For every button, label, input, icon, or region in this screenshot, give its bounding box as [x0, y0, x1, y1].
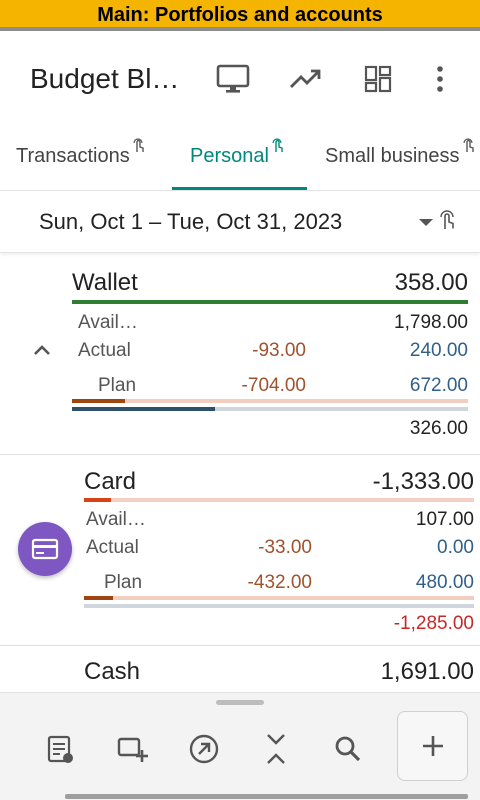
active-tab-indicator	[172, 187, 307, 190]
account-name: Wallet	[72, 269, 138, 296]
account-footer-value: 326.00	[409, 418, 468, 439]
plan-expense-value: -704.00	[241, 375, 306, 396]
actual-expense-value: -33.00	[258, 537, 312, 558]
account-card-card[interactable]: Card -1,333.00 Avail… 107.00 Actual -33.…	[0, 455, 480, 645]
plan-income-value: 672.00	[409, 375, 468, 396]
transaction-list-icon[interactable]	[42, 731, 78, 767]
credit-card-icon[interactable]	[18, 522, 72, 576]
available-label: Avail…	[86, 509, 146, 530]
actual-label: Actual	[78, 340, 131, 361]
collapse-chevron-icon[interactable]	[32, 343, 52, 362]
plan-label: Plan	[104, 572, 143, 593]
more-vert-icon[interactable]	[422, 61, 458, 97]
transfer-icon[interactable]	[186, 731, 222, 767]
balance-track	[84, 498, 474, 502]
balance-fill	[84, 498, 111, 502]
search-icon[interactable]	[330, 731, 366, 767]
plan-progress-fill	[72, 399, 125, 403]
account-total: -1,333.00	[372, 468, 474, 495]
add-icon	[422, 736, 443, 756]
plan-expense-value: -432.00	[247, 572, 312, 593]
plan-income-value: 480.00	[415, 572, 474, 593]
bottom-toolbar	[0, 692, 480, 800]
dashboard-icon[interactable]	[360, 61, 396, 97]
tab-small-business[interactable]: Small business	[325, 138, 476, 168]
plan-label: Plan	[98, 375, 137, 396]
collapse-icon[interactable]	[258, 731, 294, 767]
trending-up-icon[interactable]	[288, 61, 324, 97]
app-title: Budget Bl…	[30, 63, 180, 94]
balance-line	[72, 300, 468, 304]
account-footer-value: -1,285.00	[393, 613, 474, 634]
tap-icon	[462, 137, 476, 160]
dropdown-arrow-icon[interactable]	[419, 219, 433, 226]
tap-icon	[271, 137, 285, 160]
account-total: 358.00	[394, 269, 468, 296]
drag-handle[interactable]	[216, 700, 264, 705]
account-card-cash[interactable]: Cash 1,691.00	[0, 646, 480, 692]
actual-income-value: 240.00	[409, 340, 468, 361]
tab-transactions[interactable]: Transactions	[16, 138, 146, 168]
actual-label: Actual	[86, 537, 139, 558]
plan-progress-fill	[84, 596, 113, 600]
account-card-wallet[interactable]: Wallet 358.00 Avail… 1,798.00 Actual -93…	[0, 253, 480, 453]
available-value: 107.00	[415, 509, 474, 530]
plan-progress-track	[84, 596, 474, 600]
actual-income-value: 0.00	[437, 537, 474, 558]
available-value: 1,798.00	[394, 312, 468, 333]
system-navigation-bar	[65, 794, 468, 799]
tap-icon	[132, 137, 146, 160]
actual-progress-track	[84, 604, 474, 608]
account-name: Card	[84, 468, 137, 495]
period-selector[interactable]: Sun, Oct 1 – Tue, Oct 31, 2023	[0, 191, 480, 253]
account-total: 1,691.00	[380, 658, 474, 685]
tab-personal[interactable]: Personal	[190, 138, 285, 168]
available-label: Avail…	[78, 312, 138, 333]
plan-progress-track	[72, 399, 468, 403]
actual-progress-fill	[72, 407, 215, 411]
add-account-icon[interactable]	[114, 731, 150, 767]
actual-expense-value: -93.00	[252, 340, 306, 361]
period-label: Sun, Oct 1 – Tue, Oct 31, 2023	[39, 209, 343, 234]
monitor-icon[interactable]	[215, 61, 251, 97]
tap-icon[interactable]	[437, 209, 457, 236]
screen-banner: Main: Portfolios and accounts	[0, 0, 480, 31]
add-button[interactable]	[397, 711, 468, 781]
account-name: Cash	[84, 658, 141, 685]
app-bar: Budget Bl…	[0, 35, 480, 125]
tab-bar: Transactions Personal Small business	[0, 125, 480, 191]
